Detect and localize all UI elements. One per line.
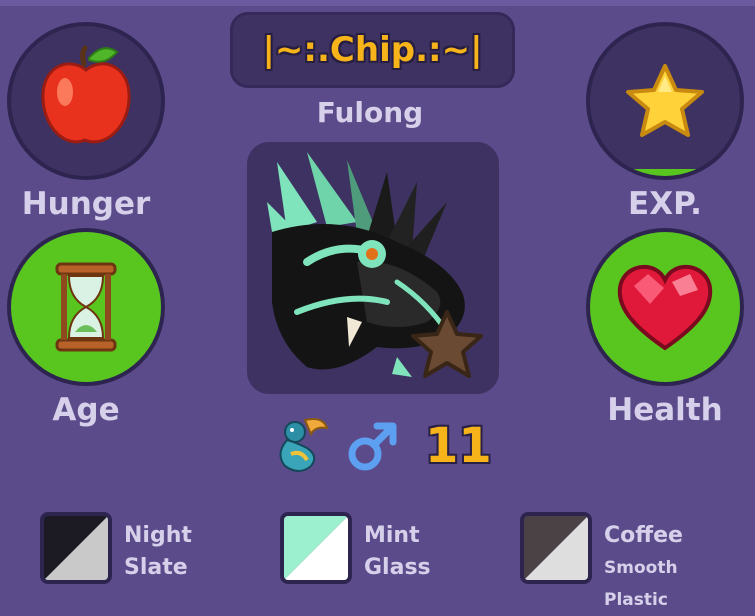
color-primary-line2: Slate [124,555,188,580]
color-secondary-label: Mint Glass [364,520,431,584]
health-meter [586,228,744,386]
split-swatch-icon [524,516,588,580]
health-label: Health [607,392,723,428]
exp-stat[interactable]: EXP. [585,22,745,222]
panel-top-edge [0,0,755,6]
star-icon [626,64,704,137]
heart-icon [617,264,713,351]
color-secondary-line1: Mint [364,523,420,548]
color-primary-line1: Night [124,523,192,548]
age-label: Age [52,392,120,428]
color-tertiary-line1: Coffee [604,523,683,548]
age-meter [7,228,165,386]
pet-info-row: 11 [265,410,525,480]
split-swatch-icon [284,516,348,580]
hourglass-icon [55,262,117,352]
hunger-label: Hunger [21,186,151,222]
split-swatch-icon [44,516,108,580]
swatch-tertiary [520,512,592,584]
male-symbol-icon [348,422,397,471]
pet-portrait[interactable] [247,142,499,394]
exp-meter [586,22,744,180]
color-tertiary-label: Coffee Smooth Plastic [604,520,683,616]
color-tertiary-line2: Smooth Plastic [604,558,678,610]
pet-species: Fulong [316,96,424,129]
swatch-secondary [280,512,352,584]
color-primary-label: Night Slate [124,520,192,584]
pet-age-number: 11 [425,418,492,474]
dragon-portrait-image [267,152,483,378]
swatch-primary [40,512,112,584]
apple-icon [41,45,131,144]
hunger-meter [7,22,165,180]
hunger-stat[interactable]: Hunger [6,22,166,222]
age-stat[interactable]: Age [6,228,166,428]
health-stat[interactable]: Health [585,228,745,428]
pet-name-plate[interactable]: |~:.Chip.:~| [230,12,515,88]
dragon-icon [279,418,329,472]
pet-name: |~:.Chip.:~| [262,30,483,70]
exp-label: EXP. [628,186,702,222]
color-secondary-line2: Glass [364,555,431,580]
